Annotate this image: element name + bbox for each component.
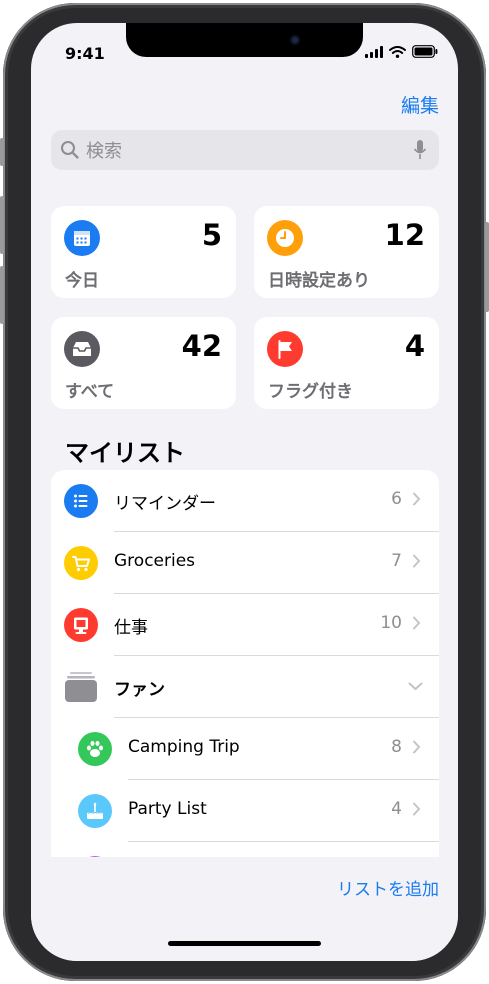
cellular-signal-icon: [365, 45, 383, 58]
smart-list-count: 42: [181, 329, 222, 363]
chevron-right-icon: [413, 616, 421, 630]
side-button: [485, 222, 489, 312]
list-count: 7: [391, 551, 402, 571]
calendar-icon: [64, 220, 100, 256]
smart-list-scheduled[interactable]: 12 日時設定あり: [254, 206, 439, 298]
list-name: リマインダー: [114, 494, 216, 514]
cart-icon: [64, 546, 98, 580]
list-item[interactable]: Camping Trip 8: [51, 718, 439, 780]
edit-button[interactable]: 編集: [401, 91, 439, 118]
microphone-icon[interactable]: [413, 139, 427, 161]
list-count: 6: [391, 489, 402, 509]
smart-list-label: 日時設定あり: [268, 271, 370, 291]
chevron-right-icon: [413, 802, 421, 816]
search-field[interactable]: 検索: [51, 130, 439, 170]
list-count: 10: [380, 613, 402, 633]
add-list-button[interactable]: リストを追加: [337, 875, 439, 900]
smart-list-count: 12: [384, 218, 425, 252]
monitor-icon: [64, 608, 98, 642]
battery-icon: [412, 45, 438, 58]
front-camera-icon: [290, 35, 300, 45]
smart-list-flagged[interactable]: 4 フラグ付き: [254, 317, 439, 409]
chevron-right-icon: [413, 740, 421, 754]
list-name: Party List: [128, 799, 207, 819]
bottom-toolbar: リストを追加: [31, 857, 458, 961]
smart-list-label: すべて: [65, 382, 115, 402]
list-count: 4: [391, 799, 402, 819]
smart-list-count: 4: [404, 329, 425, 363]
clock-icon: [267, 220, 303, 256]
search-icon: [60, 140, 79, 159]
list-group-fun[interactable]: ファン: [51, 656, 439, 718]
smart-list-today[interactable]: 5 今日: [51, 206, 236, 298]
chevron-right-icon: [413, 554, 421, 568]
search-input[interactable]: 検索: [86, 137, 122, 163]
smart-list-all[interactable]: 42 すべて: [51, 317, 236, 409]
list-name: Groceries: [114, 551, 196, 571]
notch: [126, 23, 363, 57]
paw-icon: [78, 732, 112, 766]
my-lists-heading: マイリスト: [65, 439, 185, 467]
list-count: 8: [391, 737, 402, 757]
list-item[interactable]: Groceries 7: [51, 532, 439, 594]
volume-up-button: [0, 196, 4, 254]
list-name: 仕事: [114, 618, 148, 638]
screen: 9:41 編集 検索 5 今日 12 日時設定あり 42 すべて 4 フラグ付き…: [31, 23, 458, 961]
smart-list-count: 5: [201, 218, 222, 252]
tray-icon: [64, 331, 100, 367]
list-item[interactable]: 仕事 10: [51, 594, 439, 656]
wifi-icon: [389, 45, 406, 58]
list-icon: [64, 484, 98, 518]
list-name: Camping Trip: [128, 737, 240, 757]
list-item[interactable]: リマインダー 6: [51, 470, 439, 532]
home-indicator: [168, 941, 321, 946]
mute-switch: [0, 138, 4, 166]
status-icons: [365, 45, 438, 58]
status-time: 9:41: [65, 44, 105, 63]
folder-stack-icon: [65, 672, 97, 702]
volume-down-button: [0, 266, 4, 324]
flag-icon: [267, 331, 303, 367]
my-lists: リマインダー 6 Groceries 7 仕事 10 ファン Camping T…: [51, 470, 439, 890]
cake-icon: [78, 794, 112, 828]
smart-list-label: フラグ付き: [268, 382, 353, 402]
group-name: ファン: [114, 680, 165, 700]
chevron-right-icon: [413, 492, 421, 506]
chevron-down-icon[interactable]: [408, 682, 423, 691]
list-item[interactable]: Party List 4: [51, 780, 439, 842]
smart-list-label: 今日: [65, 271, 99, 291]
